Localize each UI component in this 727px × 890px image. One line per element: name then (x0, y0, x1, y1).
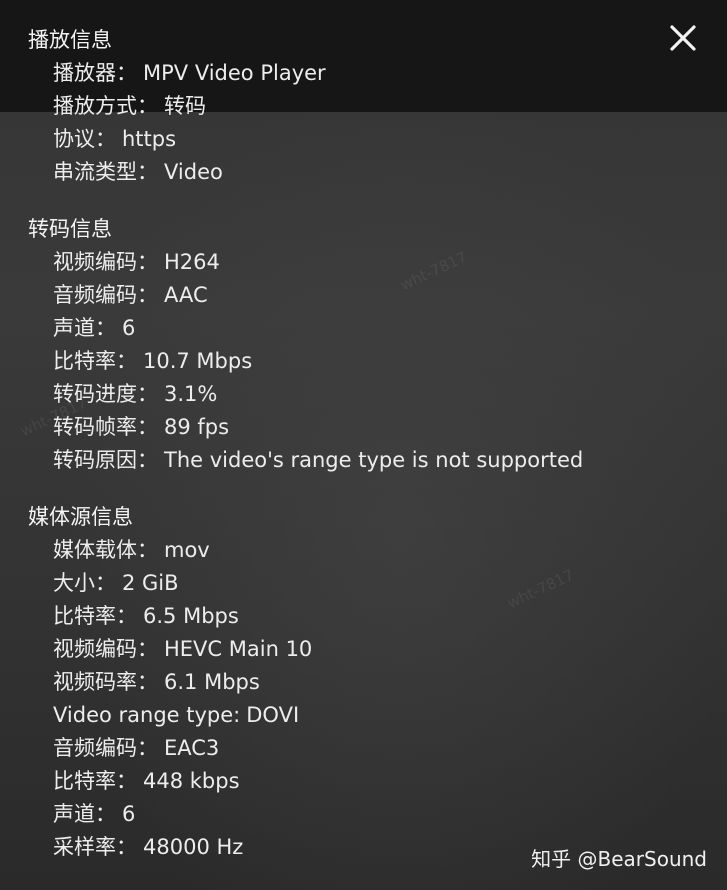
info-row-channels: 声道： 6 (28, 312, 718, 345)
row-label: 播放器： (53, 61, 137, 85)
info-row-video-codec: 视频编码： HEVC Main 10 (28, 633, 718, 666)
row-value: 6.5 Mbps (143, 604, 239, 628)
row-label: 声道： (53, 802, 116, 826)
row-value: Video (164, 160, 223, 184)
row-label: 转码原因： (53, 448, 158, 472)
info-row-stream-type: 串流类型： Video (28, 156, 718, 189)
row-label: 媒体载体： (53, 538, 158, 562)
row-value: AAC (164, 283, 208, 307)
row-value: 48000 Hz (143, 835, 244, 859)
info-row-protocol: 协议： https (28, 123, 718, 156)
info-row-size: 大小： 2 GiB (28, 567, 718, 600)
info-row-video-codec: 视频编码： H264 (28, 246, 718, 279)
row-value: 3.1% (164, 382, 218, 406)
info-row-transcode-framerate: 转码帧率： 89 fps (28, 411, 718, 444)
credit-watermark: 知乎 @BearSound (531, 847, 707, 871)
row-value: 2 GiB (122, 571, 179, 595)
row-value: H264 (164, 250, 220, 274)
info-row-transcode-progress: 转码进度： 3.1% (28, 378, 718, 411)
row-value: https (122, 127, 177, 151)
row-value: 6.1 Mbps (164, 670, 260, 694)
info-row-transcode-reason: 转码原因： The video's range type is not suppo… (28, 444, 718, 477)
row-label: 比特率： (53, 349, 137, 373)
playback-info-panel: 播放信息 播放器： MPV Video Player 播放方式： 转码 协议： htt… (28, 24, 718, 864)
info-row-container: 媒体载体： mov (28, 534, 718, 567)
row-label: 串流类型： (53, 160, 158, 184)
row-label: 采样率： (53, 835, 137, 859)
info-row-player: 播放器： MPV Video Player (28, 57, 718, 90)
media-source-section: 媒体源信息 媒体载体： mov 大小： 2 GiB 比特率： 6.5 Mbps 视频编… (28, 501, 718, 864)
row-value: 10.7 Mbps (143, 349, 253, 373)
row-label: 视频编码： (53, 250, 158, 274)
row-label: 音频编码： (53, 736, 158, 760)
transcode-info-section: 转码信息 视频编码： H264 音频编码： AAC 声道： 6 比特率： 10.7 Mb… (28, 213, 718, 477)
row-label: 转码进度： (53, 382, 158, 406)
row-label: 音频编码： (53, 283, 158, 307)
row-value: The video's range type is not supported (164, 448, 584, 472)
row-value: mov (164, 538, 210, 562)
row-label: 视频编码： (53, 637, 158, 661)
section-title: 媒体源信息 (28, 505, 133, 529)
info-row-bitrate: 比特率： 6.5 Mbps (28, 600, 718, 633)
info-row-play-method: 播放方式： 转码 (28, 90, 718, 123)
row-value: EAC3 (164, 736, 220, 760)
section-title: 播放信息 (28, 28, 112, 52)
info-row-video-bitrate: 视频码率： 6.1 Mbps (28, 666, 718, 699)
row-label: 转码帧率： (53, 415, 158, 439)
row-label: 播放方式： (53, 94, 158, 118)
info-row-audio-codec: 音频编码： AAC (28, 279, 718, 312)
row-label: 比特率： (53, 769, 137, 793)
row-label: 大小： (53, 571, 116, 595)
playback-info-section: 播放信息 播放器： MPV Video Player 播放方式： 转码 协议： htt… (28, 24, 718, 189)
row-label: 视频码率： (53, 670, 158, 694)
row-value: 448 kbps (143, 769, 240, 793)
info-row-audio-codec: 音频编码： EAC3 (28, 732, 718, 765)
row-label: 声道： (53, 316, 116, 340)
section-title: 转码信息 (28, 217, 112, 241)
row-label: Video range type: (53, 703, 241, 727)
row-value: 6 (122, 802, 136, 826)
info-row-video-range-type: Video range type: DOVI (28, 699, 718, 732)
info-row-audio-bitrate: 比特率： 448 kbps (28, 765, 718, 798)
row-value: 转码 (164, 94, 206, 118)
row-value: HEVC Main 10 (164, 637, 313, 661)
row-label: 协议： (53, 127, 116, 151)
info-row-channels: 声道： 6 (28, 798, 718, 831)
row-label: 比特率： (53, 604, 137, 628)
row-value: DOVI (246, 703, 300, 727)
row-value: 6 (122, 316, 136, 340)
row-value: MPV Video Player (143, 61, 326, 85)
info-row-bitrate: 比特率： 10.7 Mbps (28, 345, 718, 378)
row-value: 89 fps (164, 415, 230, 439)
